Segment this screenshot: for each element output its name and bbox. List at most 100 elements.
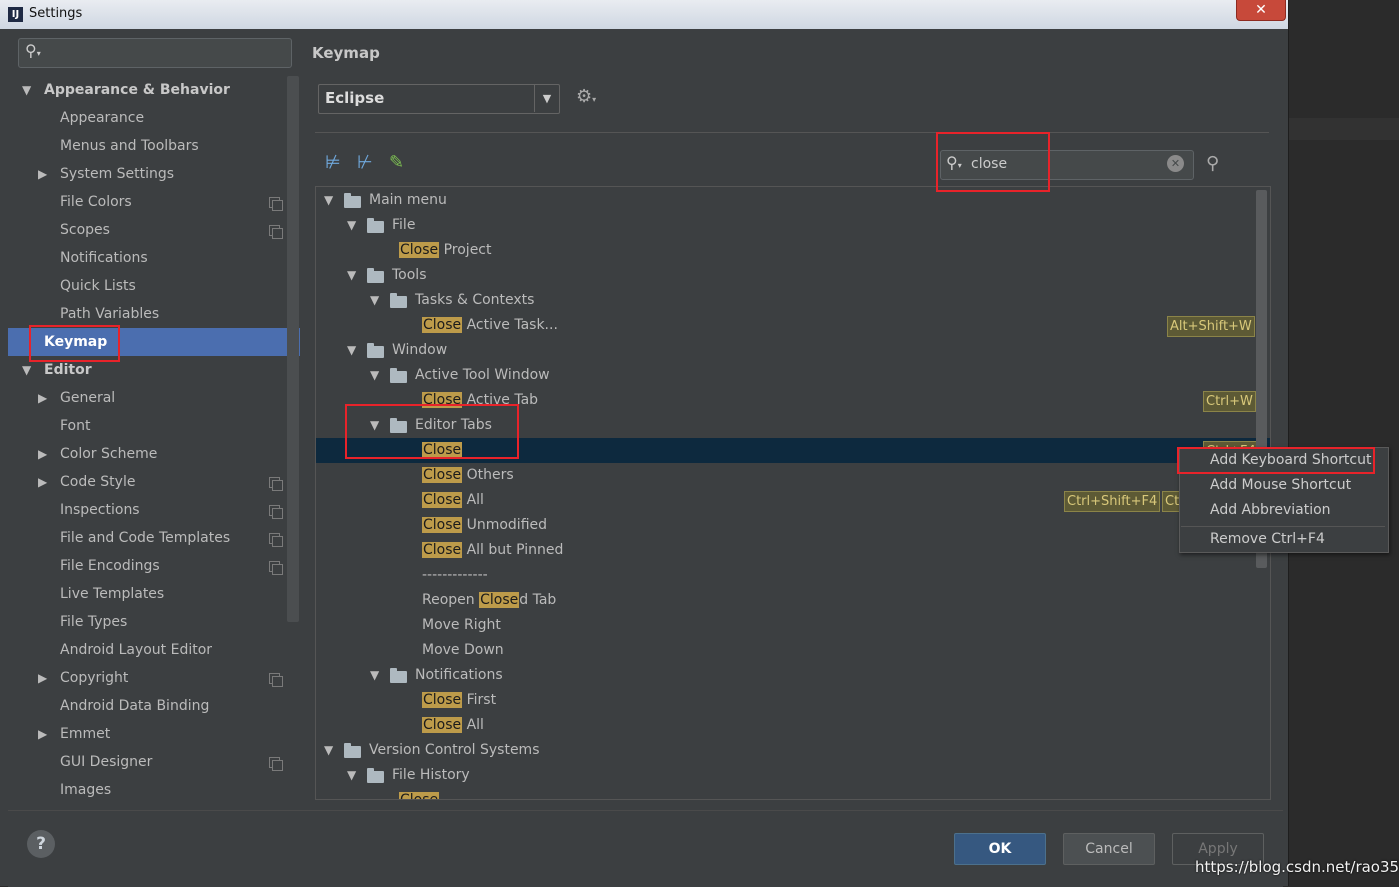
tree-folder-row[interactable]: ▼ Main menu [316, 188, 1270, 213]
tree-folder-row[interactable]: ▼ Window [316, 338, 1270, 363]
chevron-down-icon[interactable]: ▼ [534, 85, 559, 112]
sidebar-item-inspections[interactable]: Inspections [8, 496, 300, 524]
sidebar-item-label: Inspections [60, 502, 140, 518]
gear-icon[interactable]: ⚙▾ [576, 86, 596, 107]
expanded-arrow-icon[interactable]: ▼ [324, 188, 333, 213]
collapsed-arrow-icon[interactable]: ▶ [38, 468, 47, 496]
tree-action-row[interactable]: Close All but Pinned [316, 538, 1270, 563]
tree-action-row[interactable]: Close [316, 788, 1270, 799]
tree-action-row[interactable]: Move Down [316, 638, 1270, 663]
menu-item-add-abbreviation[interactable]: Add Abbreviation [1210, 502, 1331, 518]
sidebar-item-live-templates[interactable]: Live Templates [8, 580, 300, 608]
folder-icon [390, 668, 407, 683]
settings-search-input[interactable]: ⚲▾ [18, 38, 292, 68]
sidebar-item-code-style[interactable]: ▶ Code Style [8, 468, 300, 496]
tree-folder-row[interactable]: ▼ Active Tool Window [316, 363, 1270, 388]
sidebar-item-font[interactable]: Font [8, 412, 300, 440]
sidebar-item-file-colors[interactable]: File Colors [8, 188, 300, 216]
expanded-arrow-icon[interactable]: ▼ [347, 763, 356, 788]
tree-action-row[interactable]: Close First [316, 688, 1270, 713]
tree-folder-row[interactable]: ▼ File History [316, 763, 1270, 788]
expanded-arrow-icon[interactable]: ▼ [347, 263, 356, 288]
menu-item-add-mouse-shortcut[interactable]: Add Mouse Shortcut [1210, 477, 1351, 493]
collapse-all-icon[interactable]: ⊬ [357, 152, 373, 173]
sidebar-item-general[interactable]: ▶ General [8, 384, 300, 412]
sidebar-item-file-types[interactable]: File Types [8, 608, 300, 636]
collapsed-arrow-icon[interactable]: ▶ [38, 160, 47, 188]
sidebar-item-label: Font [60, 418, 91, 434]
tree-row-label: Window [392, 338, 447, 363]
tree-row-label: Close [399, 788, 440, 799]
project-settings-icon [269, 225, 283, 239]
tree-action-row[interactable]: Close All Ctrl+Shift+F4 Ct [316, 488, 1270, 513]
annotation-box-add-shortcut [1177, 447, 1375, 474]
tree-row-label: Notifications [415, 663, 503, 688]
sidebar-item-quick-lists[interactable]: Quick Lists [8, 272, 300, 300]
sidebar-item-file-encodings[interactable]: File Encodings [8, 552, 300, 580]
sidebar-item-appearance[interactable]: Appearance [8, 104, 300, 132]
sidebar-item-copyright[interactable]: ▶ Copyright [8, 664, 300, 692]
sidebar-item-notifications[interactable]: Notifications [8, 244, 300, 272]
sidebar-item-menus-and-toolbars[interactable]: Menus and Toolbars [8, 132, 300, 160]
expanded-arrow-icon[interactable]: ▼ [324, 738, 333, 763]
expanded-arrow-icon[interactable]: ▼ [370, 663, 379, 688]
sidebar-item-gui-designer[interactable]: GUI Designer [8, 748, 300, 776]
collapsed-arrow-icon[interactable]: ▶ [38, 664, 47, 692]
sidebar-item-scopes[interactable]: Scopes [8, 216, 300, 244]
sidebar-item-label: Copyright [60, 670, 129, 686]
expanded-arrow-icon[interactable]: ▼ [347, 213, 356, 238]
expand-all-icon[interactable]: ⊭ [325, 152, 341, 173]
keymap-select-value: Eclipse [325, 89, 385, 107]
tree-action-row[interactable]: ------------- [316, 563, 1270, 588]
tree-action-row[interactable]: Reopen Closed Tab [316, 588, 1270, 613]
sidebar-item-label: Scopes [60, 222, 110, 238]
menu-item-remove-shortcut[interactable]: Remove Ctrl+F4 [1210, 531, 1325, 547]
tree-row-label: Main menu [369, 188, 447, 213]
tree-folder-row[interactable]: ▼ Tasks & Contexts [316, 288, 1270, 313]
clear-icon[interactable]: ✕ [1167, 155, 1184, 172]
sidebar-item-images[interactable]: Images [8, 776, 300, 804]
sidebar-item-emmet[interactable]: ▶ Emmet [8, 720, 300, 748]
sidebar-item-color-scheme[interactable]: ▶ Color Scheme [8, 440, 300, 468]
ok-button[interactable]: OK [954, 833, 1046, 865]
expanded-arrow-icon[interactable]: ▼ [370, 288, 379, 313]
find-by-shortcut-icon[interactable]: ⚲ [1206, 153, 1219, 174]
tree-folder-row[interactable]: ▼ Tools [316, 263, 1270, 288]
tree-row-label: File [392, 213, 415, 238]
tree-folder-row[interactable]: ▼ Notifications [316, 663, 1270, 688]
tree-row-label: Version Control Systems [369, 738, 540, 763]
tree-folder-row[interactable]: ▼ File [316, 213, 1270, 238]
sidebar-item-path-variables[interactable]: Path Variables [8, 300, 300, 328]
sidebar-item-android-layout-editor[interactable]: Android Layout Editor [8, 636, 300, 664]
close-window-button[interactable]: ✕ [1236, 0, 1286, 21]
tree-row-label: Reopen Closed Tab [422, 588, 556, 613]
help-button[interactable]: ? [27, 830, 55, 858]
sidebar-item-file-and-code-templates[interactable]: File and Code Templates [8, 524, 300, 552]
collapsed-arrow-icon[interactable]: ▶ [38, 384, 47, 412]
sidebar-item-android-data-binding[interactable]: Android Data Binding [8, 692, 300, 720]
sidebar-scrollbar[interactable] [287, 76, 299, 622]
watermark-text: https://blog.csdn.net/rao356 [1195, 858, 1399, 876]
project-settings-icon [269, 197, 283, 211]
expanded-arrow-icon[interactable]: ▼ [370, 363, 379, 388]
cancel-button[interactable]: Cancel [1063, 833, 1155, 865]
tree-action-row[interactable]: Move Right [316, 613, 1270, 638]
sidebar-item-system-settings[interactable]: ▶ System Settings [8, 160, 300, 188]
collapsed-arrow-icon[interactable]: ▶ [38, 440, 47, 468]
expanded-arrow-icon[interactable]: ▼ [347, 338, 356, 363]
expanded-arrow-icon[interactable]: ▼ [22, 76, 31, 104]
tree-row-label: Close First [422, 688, 496, 713]
sidebar-item-appearance-behavior[interactable]: ▼ Appearance & Behavior [8, 76, 300, 104]
edit-pencil-icon[interactable]: ✎ [389, 152, 404, 173]
label-text: Active Tool Window [415, 367, 550, 383]
sidebar-item-label: Code Style [60, 474, 136, 490]
tree-action-row[interactable]: Close Project [316, 238, 1270, 263]
collapsed-arrow-icon[interactable]: ▶ [38, 720, 47, 748]
tree-action-row[interactable]: Close Others [316, 463, 1270, 488]
sidebar-item-label: File Colors [60, 194, 132, 210]
tree-action-row[interactable]: Close Unmodified [316, 513, 1270, 538]
tree-action-row[interactable]: Close All [316, 713, 1270, 738]
tree-action-row[interactable]: Close Active Task... Alt+Shift+W [316, 313, 1270, 338]
shortcut-badge: Ctrl+W [1203, 391, 1256, 412]
tree-folder-row[interactable]: ▼ Version Control Systems [316, 738, 1270, 763]
